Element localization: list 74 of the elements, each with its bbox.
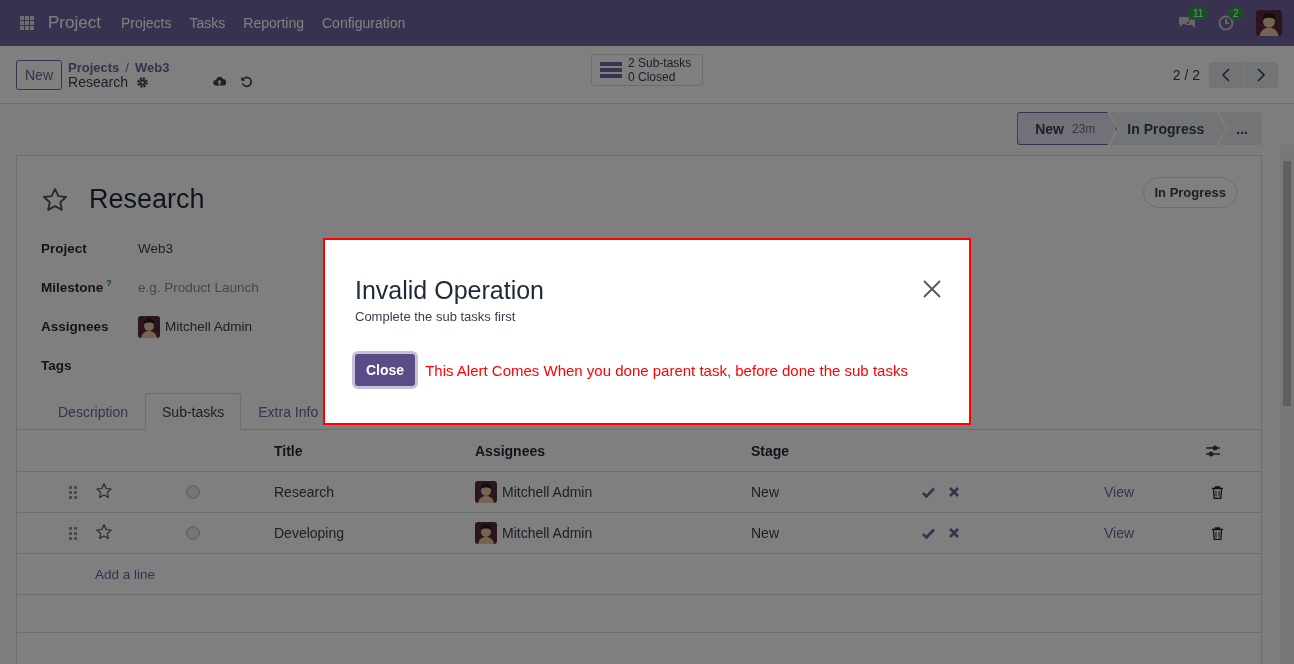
new-button[interactable]: New [16, 59, 62, 90]
cross-icon[interactable] [949, 486, 959, 497]
notification-badge: 11 [1188, 7, 1209, 20]
record-name: Research [68, 74, 128, 90]
close-button[interactable]: Close [355, 354, 416, 386]
undo-icon[interactable] [240, 75, 254, 88]
scrollbar[interactable] [1280, 145, 1294, 664]
close-icon[interactable] [923, 280, 941, 298]
table-cell-text: New [750, 484, 780, 500]
star-icon[interactable] [95, 522, 113, 541]
tab[interactable]: Extra Info [241, 393, 336, 430]
table-cell-text: New [750, 525, 780, 541]
field-label: Project [41, 241, 87, 256]
check-icon[interactable] [922, 527, 935, 539]
assignee-name[interactable]: Mitchell Admin [165, 319, 253, 334]
stage-button[interactable]: In Progress [1109, 112, 1227, 145]
menu-item[interactable]: Tasks [189, 15, 226, 31]
menu-item[interactable]: Configuration [322, 15, 406, 31]
breadcrumb-link[interactable]: Projects [68, 59, 120, 75]
help-mark[interactable]: ? [106, 278, 112, 288]
field-value[interactable]: Web3 [138, 241, 174, 256]
table-cell-text: Developing [273, 525, 346, 541]
avatar-icon [475, 481, 497, 503]
drag-handle-icon[interactable] [68, 485, 78, 499]
field-label: Milestone [41, 280, 104, 295]
column-header[interactable]: Title [257, 442, 458, 459]
assignee-name: Mitchell Admin [502, 525, 593, 541]
pager-value: 2 / 2 [1172, 66, 1200, 83]
clock-icon[interactable] [1218, 15, 1234, 31]
apps-menu-icon[interactable] [20, 15, 35, 31]
table-cell-text: Research [273, 484, 335, 500]
task-title: Research [89, 184, 205, 215]
column-header[interactable]: Stage [734, 442, 905, 459]
cross-icon[interactable] [949, 527, 959, 538]
stage-button[interactable]: ... [1218, 112, 1262, 145]
subtasks-button[interactable]: 2 Sub-tasks 0 Closed [591, 54, 703, 86]
assignee-name: Mitchell Admin [502, 484, 593, 500]
avatar-icon [138, 315, 160, 338]
menu-item[interactable]: Projects [120, 15, 172, 31]
drag-handle-icon[interactable] [68, 526, 78, 540]
field-label: Assignees [41, 319, 109, 334]
view-link[interactable]: View [1080, 484, 1190, 500]
trash-icon[interactable] [1212, 526, 1223, 540]
view-link[interactable]: View [1080, 525, 1190, 541]
avatar-icon [475, 522, 497, 544]
app-name[interactable]: Project [48, 13, 101, 33]
sliders-icon[interactable] [1206, 443, 1220, 458]
check-icon[interactable] [922, 486, 935, 498]
dialog-title: Invalid Operation [355, 276, 544, 305]
breadcrumb-separator: / [125, 59, 129, 75]
add-line-link[interactable]: Add a line [17, 566, 257, 582]
star-icon[interactable] [41, 185, 69, 214]
settings-icon[interactable] [135, 75, 149, 89]
dialog-message: Complete the sub tasks first [355, 309, 517, 324]
tab[interactable]: Sub-tasks [145, 393, 242, 430]
notification-badge: 2 [1228, 7, 1244, 20]
avatar-icon [1256, 10, 1282, 36]
stage-button[interactable]: New 23m [1017, 112, 1118, 145]
star-icon[interactable] [95, 481, 113, 500]
previous-button[interactable] [1209, 61, 1243, 88]
menu-item[interactable]: Reporting [243, 15, 304, 31]
stack-icon [600, 61, 622, 79]
field-label: Tags [41, 358, 72, 373]
state-pill[interactable]: In Progress [1143, 177, 1237, 208]
alert-note: This Alert Comes When you done parent task, before done the sub tasks [425, 361, 908, 379]
cloud-upload-icon[interactable] [213, 75, 227, 88]
trash-icon[interactable] [1212, 485, 1223, 499]
chevron-left-icon [1221, 67, 1231, 82]
chevron-right-icon [1256, 67, 1266, 82]
tab[interactable]: Description [41, 393, 146, 430]
breadcrumb-link[interactable]: Web3 [134, 59, 170, 75]
column-header[interactable]: Assignees [458, 442, 734, 459]
milestone-field[interactable]: e.g. Product Launch [138, 280, 259, 295]
next-button[interactable] [1244, 61, 1278, 88]
